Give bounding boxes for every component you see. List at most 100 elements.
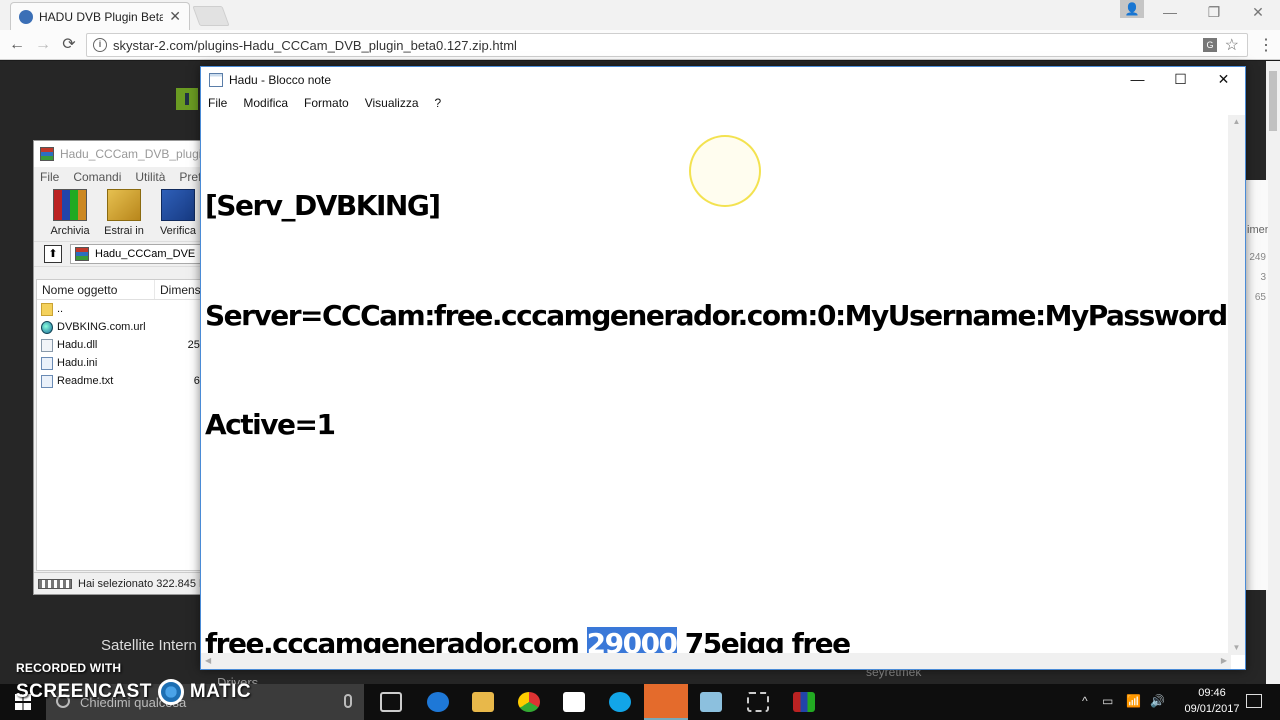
microphone-icon[interactable] — [344, 694, 352, 708]
task-view-icon[interactable] — [380, 692, 402, 712]
winrar-menu-file[interactable]: File — [40, 170, 59, 184]
notepad-menu-file[interactable]: File — [208, 96, 227, 110]
notepad-taskbar-icon[interactable] — [700, 692, 722, 712]
dll-file-icon — [41, 338, 53, 352]
translate-icon[interactable]: G — [1203, 38, 1217, 52]
chrome-icon[interactable] — [518, 692, 540, 712]
clock-date[interactable]: 09/01/2017 — [1182, 703, 1242, 715]
notepad-horizontal-scrollbar[interactable]: ◀ ▶ — [201, 653, 1231, 669]
notepad-menu-modifica[interactable]: Modifica — [243, 96, 288, 110]
brand-text: SCREENCAST — [16, 681, 152, 702]
winrar-menu-comandi[interactable]: Comandi — [73, 170, 121, 184]
winrar-taskbar-icon[interactable] — [793, 692, 815, 712]
browser-window-controls: — ❐ ✕ — [1148, 0, 1280, 26]
scroll-right-icon[interactable]: ▶ — [1221, 653, 1227, 669]
winrar-title: Hadu_CCCam_DVB_plugin_ — [60, 147, 212, 161]
text-line: Server=CCCam:free.cccamgenerador.com:0:M… — [205, 298, 1228, 332]
list-item[interactable]: Hadu.ini 2. — [37, 354, 211, 372]
browser-restore-button[interactable]: ❐ — [1192, 0, 1236, 26]
verifica-button[interactable]: Verifica — [156, 187, 200, 241]
file-name: DVBKING.com.url — [57, 321, 146, 333]
drive-key-icon[interactable] — [38, 578, 72, 589]
path-field[interactable]: Hadu_CCCam_DVE — [70, 244, 212, 264]
snipping-tool-icon[interactable] — [747, 692, 769, 712]
notepad-minimize-button[interactable]: — — [1116, 67, 1159, 93]
play-button[interactable] — [176, 88, 198, 110]
text-line — [205, 517, 1229, 554]
page-scrollbar-thumb[interactable] — [1269, 71, 1277, 131]
list-item[interactable]: Readme.txt 65. — [37, 372, 211, 390]
browser-tab-bar: HADU DVB Plugin Beta ✕ 👤 — ❐ ✕ — [0, 0, 1280, 30]
winrar-pathbar: ⬆ Hadu_CCCam_DVE — [34, 241, 212, 267]
reload-button[interactable]: ⟳ — [58, 34, 80, 56]
address-bar[interactable]: i skystar-2.com/plugins-Hadu_CCCam_DVB_p… — [86, 33, 1248, 57]
info-icon[interactable]: i — [93, 38, 107, 52]
clock-time[interactable]: 09:46 — [1182, 687, 1242, 699]
list-item[interactable]: DVBKING.com.url — [37, 318, 211, 336]
browser-menu-icon[interactable]: ⋮ — [1258, 35, 1274, 55]
scroll-left-icon[interactable]: ◀ — [205, 653, 211, 669]
notepad-window-controls: — ☐ ✕ — [1116, 67, 1245, 93]
list-item[interactable]: Hadu.dll 254. — [37, 336, 211, 354]
notepad-menu-help[interactable]: ? — [435, 96, 442, 110]
store-icon[interactable] — [563, 692, 585, 712]
archive-icon — [53, 189, 87, 221]
file-list-header: Nome oggetto Dimensi — [37, 280, 211, 300]
column-name-header[interactable]: Nome oggetto — [37, 280, 155, 299]
notepad-menu-formato[interactable]: Formato — [304, 96, 349, 110]
browser-tab[interactable]: HADU DVB Plugin Beta ✕ — [10, 2, 190, 30]
chrome-favicon-icon — [19, 9, 33, 24]
brand-text: MATIC — [189, 681, 252, 702]
notepad-menu-visualizza[interactable]: Visualizza — [365, 96, 419, 110]
browser-minimize-button[interactable]: — — [1148, 0, 1192, 26]
new-tab-button[interactable] — [192, 6, 230, 26]
profile-icon[interactable]: 👤 — [1120, 0, 1144, 18]
battery-icon[interactable]: ▭ — [1102, 694, 1113, 708]
back-button[interactable]: ← — [6, 34, 28, 56]
tab-close-icon[interactable]: ✕ — [169, 8, 181, 25]
bookmark-star-icon[interactable]: ☆ — [1225, 35, 1239, 55]
telegram-icon[interactable] — [644, 684, 688, 720]
notepad-vertical-scrollbar[interactable]: ▲ ▼ — [1228, 115, 1245, 655]
winrar-menubar: File Comandi Utilità Prefer — [34, 167, 212, 187]
path-text: Hadu_CCCam_DVE — [95, 248, 196, 260]
forward-button[interactable]: → — [32, 34, 54, 56]
file-name: Hadu.ini — [57, 357, 98, 369]
notepad-menubar: File Modifica Formato Visualizza ? — [201, 93, 1245, 113]
file-name: Readme.txt — [57, 375, 114, 387]
edge-icon[interactable] — [427, 692, 449, 712]
file-explorer-icon[interactable] — [472, 692, 494, 712]
size-value: 249 — [1249, 252, 1266, 263]
scroll-up-icon[interactable]: ▲ — [1228, 115, 1245, 129]
screencast-logo-icon — [157, 679, 184, 705]
notepad-titlebar[interactable]: Hadu - Blocco note — [201, 67, 1245, 93]
winrar-window: Hadu_CCCam_DVB_plugin_ File Comandi Util… — [33, 140, 213, 595]
page-scrollbar[interactable] — [1266, 61, 1280, 687]
column-size-header[interactable]: Dimensi — [155, 280, 203, 299]
notepad-close-button[interactable]: ✕ — [1202, 67, 1245, 93]
file-name: .. — [57, 303, 64, 315]
volume-icon[interactable]: 🔊 — [1150, 694, 1165, 708]
list-item[interactable]: .. — [37, 300, 211, 318]
winrar-toolbar: Archivia Estrai in Verifica — [34, 187, 212, 241]
estrai-button[interactable]: Estrai in — [102, 187, 146, 241]
url-text[interactable]: skystar-2.com/plugins-Hadu_CCCam_DVB_plu… — [113, 38, 517, 53]
system-tray: ^ ▭ 📶 🔊 09:46 09/01/2017 — [1070, 684, 1280, 720]
cursor-highlight-circle — [689, 135, 761, 207]
winrar-menu-utilita[interactable]: Utilità — [135, 170, 165, 184]
size-value: 3 — [1260, 272, 1266, 283]
skype-icon[interactable] — [609, 692, 631, 712]
file-name: Hadu.dll — [57, 339, 98, 351]
text-line: Active=1 — [205, 408, 336, 441]
winrar-titlebar[interactable]: Hadu_CCCam_DVB_plugin_ — [34, 141, 212, 167]
action-center-icon[interactable] — [1246, 694, 1262, 708]
url-file-icon — [41, 320, 53, 334]
tray-expand-icon[interactable]: ^ — [1082, 694, 1088, 708]
browser-close-button[interactable]: ✕ — [1236, 0, 1280, 26]
page-heading: Satellite Intern — [101, 637, 197, 654]
notepad-maximize-button[interactable]: ☐ — [1159, 67, 1202, 93]
extract-icon — [107, 189, 141, 221]
archivia-button[interactable]: Archivia — [48, 187, 92, 241]
network-icon[interactable]: 📶 — [1126, 694, 1141, 708]
up-folder-icon[interactable]: ⬆ — [44, 245, 62, 263]
